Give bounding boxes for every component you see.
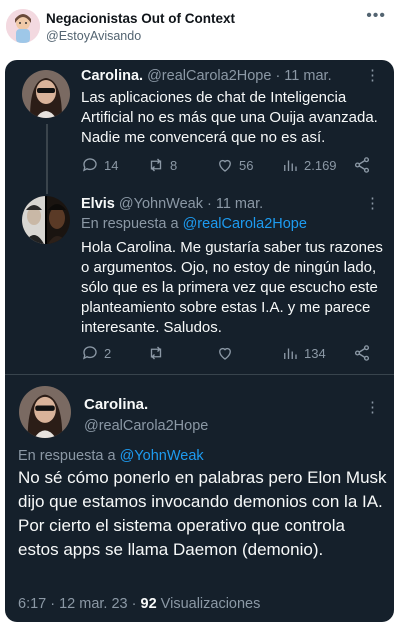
tweet-actions: 2 134 bbox=[81, 344, 381, 364]
account-avatar[interactable] bbox=[6, 9, 40, 43]
reply-icon bbox=[82, 346, 97, 360]
retweet-button[interactable]: 8 bbox=[147, 156, 177, 174]
reply-to-link[interactable]: @YohnWeak bbox=[120, 448, 204, 464]
retweet-icon bbox=[150, 158, 162, 172]
views-chart-icon bbox=[284, 160, 297, 171]
tweet-thread-card: Carolina. @realCarola2Hope · 11 mar. ⋮ L… bbox=[5, 60, 394, 622]
retweet-count: 8 bbox=[170, 157, 178, 173]
views-button[interactable]: 134 bbox=[281, 344, 326, 362]
share-button[interactable] bbox=[353, 156, 371, 174]
share-icon bbox=[354, 157, 370, 173]
author-handle[interactable]: @YohnWeak bbox=[119, 196, 203, 212]
author-name[interactable]: Elvis bbox=[81, 196, 115, 212]
reply-count: 2 bbox=[104, 345, 112, 361]
retweet-button[interactable] bbox=[147, 344, 165, 362]
main-tweet-footer: 6:17 · 12 mar. 23 · 92 Visualizaciones bbox=[18, 596, 260, 612]
ellipsis-icon[interactable]: ••• bbox=[366, 7, 386, 25]
heart-icon bbox=[219, 347, 231, 360]
tweet-meta: Carolina. @realCarola2Hope · 11 mar. bbox=[81, 68, 332, 84]
like-button[interactable] bbox=[216, 344, 234, 362]
account-handle[interactable]: @EstoyAvisando bbox=[46, 29, 141, 43]
reply-button[interactable]: 14 bbox=[81, 156, 118, 174]
author-handle[interactable]: @realCarola2Hope bbox=[147, 68, 271, 84]
tweet-text: Hola Carolina. Me gustaría saber tus raz… bbox=[81, 239, 383, 336]
tweet-elvis[interactable]: Elvis @YohnWeak · 11 mar. ⋮ En respuesta… bbox=[5, 190, 394, 376]
heart-icon bbox=[219, 159, 231, 172]
views-label: Visualizaciones bbox=[156, 596, 261, 612]
avatar[interactable] bbox=[22, 196, 70, 244]
reply-icon bbox=[82, 158, 97, 172]
more-options-icon[interactable]: ⋮ bbox=[365, 66, 380, 84]
more-options-icon[interactable]: ⋮ bbox=[365, 194, 380, 212]
reply-count: 14 bbox=[104, 157, 119, 173]
profile-photo-icon bbox=[22, 196, 70, 244]
main-author-handle[interactable]: @realCarola2Hope bbox=[84, 418, 208, 434]
tweet-meta: Elvis @YohnWeak · 11 mar. bbox=[81, 196, 263, 212]
views-count: 92 bbox=[140, 596, 157, 612]
profile-photo-icon bbox=[22, 70, 70, 118]
main-tweet-text: No sé cómo ponerlo en palabras pero Elon… bbox=[18, 468, 387, 559]
views-chart-icon bbox=[284, 348, 297, 359]
tweet-date[interactable]: · 11 mar. bbox=[275, 68, 331, 84]
views-button[interactable]: 2.169 bbox=[281, 156, 337, 174]
main-reply-context: En respuesta a @YohnWeak bbox=[18, 448, 204, 464]
share-icon bbox=[354, 345, 370, 361]
outer-header: Negacionistas Out of Context @EstoyAvisa… bbox=[0, 0, 400, 56]
reply-context: En respuesta a @realCarola2Hope bbox=[81, 216, 307, 232]
views-count: 2.169 bbox=[304, 157, 337, 173]
reply-to-link[interactable]: @realCarola2Hope bbox=[183, 216, 307, 232]
avatar-illustration-icon bbox=[6, 9, 40, 43]
main-author-name[interactable]: Carolina. bbox=[84, 396, 148, 413]
like-button[interactable]: 56 bbox=[216, 156, 253, 174]
tweet-text: Las aplicaciones de chat de Inteligencia… bbox=[81, 89, 378, 146]
like-count: 56 bbox=[239, 157, 254, 173]
tweet-date[interactable]: · 11 mar. bbox=[207, 196, 263, 212]
retweet-icon bbox=[150, 346, 162, 360]
tweet-actions: 14 8 56 2.169 bbox=[81, 156, 381, 176]
timestamp[interactable]: 6:17 · 12 mar. 23 · bbox=[18, 596, 141, 612]
avatar[interactable] bbox=[22, 70, 70, 118]
share-button[interactable] bbox=[353, 344, 371, 362]
profile-photo-icon bbox=[19, 386, 71, 438]
tweet-carolina-1[interactable]: Carolina. @realCarola2Hope · 11 mar. ⋮ L… bbox=[5, 60, 394, 190]
account-name[interactable]: Negacionistas Out of Context bbox=[46, 11, 235, 26]
author-name[interactable]: Carolina. bbox=[81, 68, 143, 84]
main-avatar[interactable] bbox=[19, 386, 71, 438]
more-options-icon[interactable]: ⋮ bbox=[365, 398, 380, 416]
separator bbox=[5, 374, 394, 375]
reply-prefix: En respuesta a bbox=[81, 216, 183, 232]
reply-prefix: En respuesta a bbox=[18, 448, 120, 464]
views-count: 134 bbox=[304, 345, 326, 361]
reply-button[interactable]: 2 bbox=[81, 344, 111, 362]
